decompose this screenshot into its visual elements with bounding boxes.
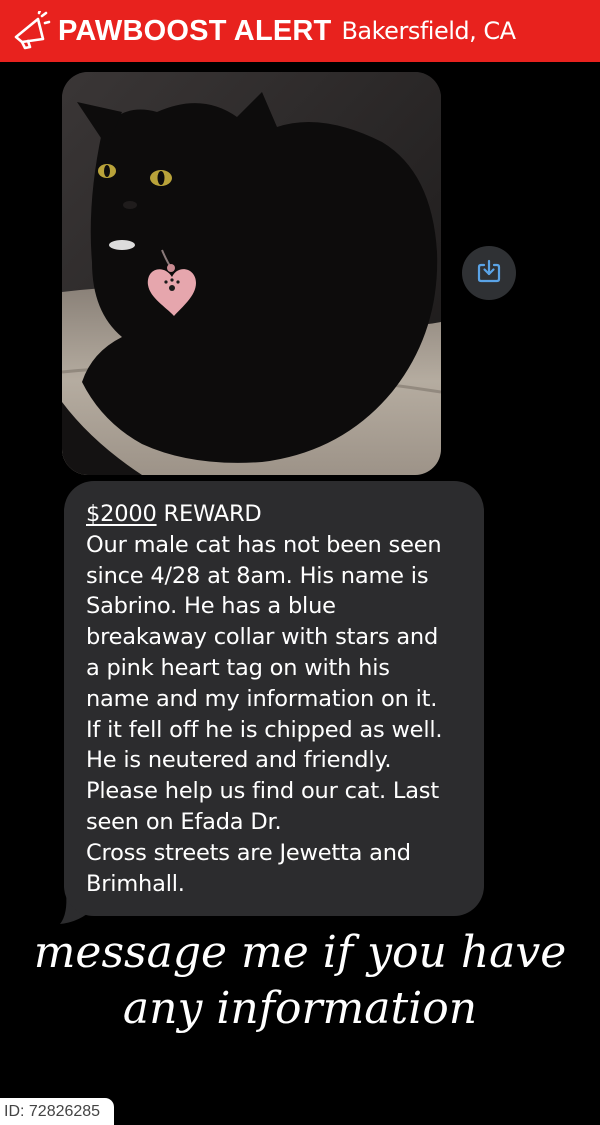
- message-line: Sabrino. He has a blue: [86, 593, 336, 620]
- message-line: If it fell off he is chipped as well.: [86, 716, 443, 743]
- message-line: since 4/28 at 8am. His name is: [86, 562, 429, 589]
- alert-location: Bakersfield, CA: [341, 17, 516, 45]
- message-line: Our male cat has not been seen: [86, 531, 442, 558]
- message-bubble: $2000 REWARD Our male cat has not been s…: [64, 481, 484, 916]
- message-line: name and my information on it.: [86, 685, 438, 712]
- caption-line: any information: [122, 983, 478, 1034]
- message-line: Please help us find our cat. Last: [86, 778, 439, 805]
- reward-word: REWARD: [156, 501, 262, 527]
- alert-header: PAWBOOST ALERT Bakersfield, CA: [0, 0, 600, 62]
- alert-title: PAWBOOST ALERT: [58, 14, 332, 47]
- megaphone-icon: [8, 8, 54, 54]
- listing-id-badge: ID: 72826285: [0, 1098, 114, 1125]
- reward-amount[interactable]: $2000: [86, 501, 157, 527]
- message-line: Brimhall.: [86, 870, 185, 897]
- message-line: seen on Efada Dr.: [86, 808, 282, 835]
- message-line: breakaway collar with stars and: [86, 624, 439, 651]
- message-line: He is neutered and friendly.: [86, 747, 392, 774]
- caption-text: message me if you have any information: [0, 925, 600, 1037]
- caption-line: message me if you have: [33, 927, 567, 978]
- reward-line: $2000 REWARD: [86, 499, 466, 530]
- cat-photo[interactable]: [62, 72, 441, 475]
- message-line: Cross streets are Jewetta and: [86, 839, 411, 866]
- save-image-button[interactable]: [462, 246, 516, 300]
- download-icon: [476, 258, 502, 289]
- message-line: a pink heart tag on with his: [86, 654, 390, 681]
